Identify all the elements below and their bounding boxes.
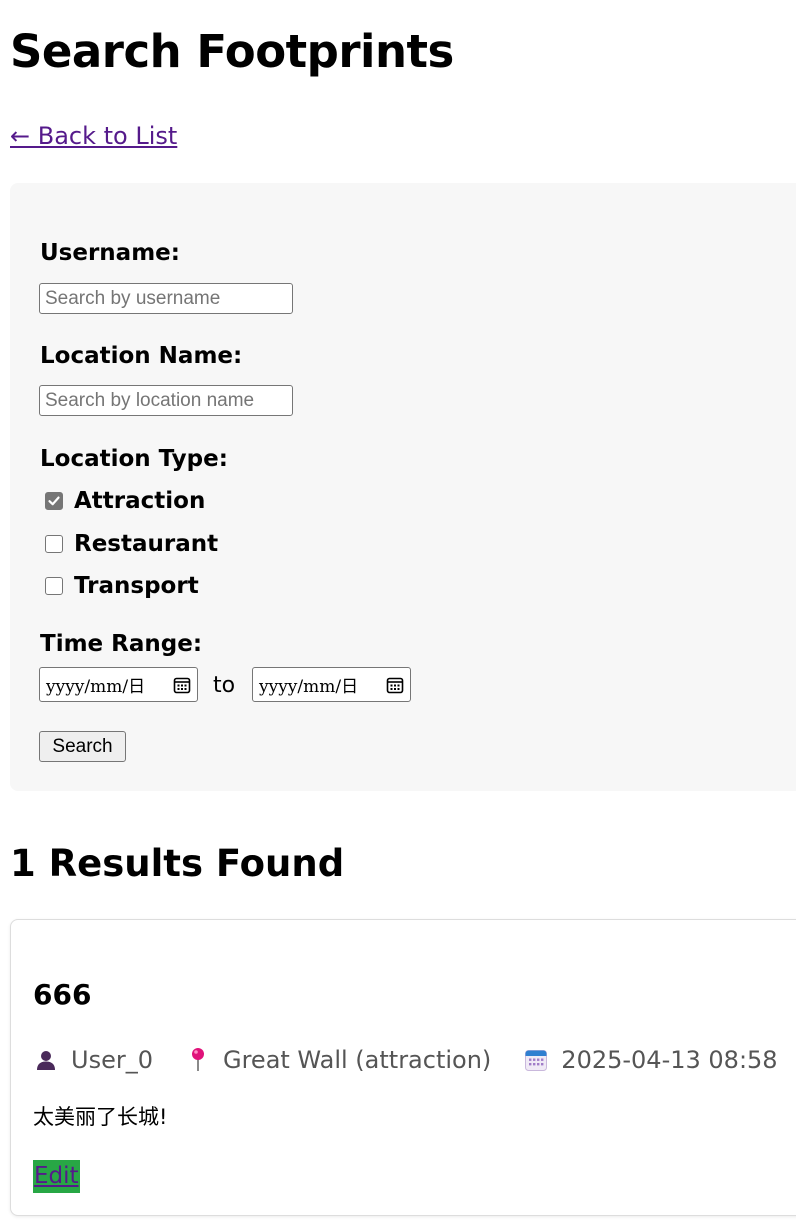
attraction-checkbox[interactable] — [45, 492, 63, 510]
calendar-icon — [523, 1047, 549, 1073]
meta-date: 2025-04-13 08:58 — [523, 1044, 778, 1076]
transport-label: Transport — [74, 573, 199, 599]
username-label: Username: — [40, 240, 180, 266]
page: Search Footprints ← Back to List Usernam… — [0, 0, 796, 1224]
calendar-picker-icon[interactable] — [172, 675, 192, 695]
attraction-label: Attraction — [74, 488, 206, 514]
username-input[interactable] — [39, 283, 293, 314]
pushpin-icon — [185, 1047, 211, 1073]
search-form: Username: Location Name: Location Type: … — [10, 183, 796, 791]
footprint-title: 666 — [33, 978, 92, 1011]
meta-location: Great Wall (attraction) — [185, 1044, 491, 1076]
location-type-restaurant[interactable]: Restaurant — [45, 529, 218, 559]
to-separator: to — [213, 673, 236, 698]
user-icon — [33, 1047, 59, 1073]
time-range-label: Time Range: — [40, 631, 203, 657]
location-name-input[interactable] — [39, 385, 293, 416]
page-title: Search Footprints — [10, 25, 454, 78]
footprint-user: User_0 — [71, 1046, 153, 1074]
date-from-input[interactable]: yyyy/mm/日 — [39, 667, 198, 702]
footprint-description: 太美丽了长城! — [33, 1105, 168, 1129]
date-to-placeholder: yyyy/mm/日 — [259, 677, 359, 697]
calendar-picker-icon[interactable] — [385, 675, 405, 695]
date-from-placeholder: yyyy/mm/日 — [46, 677, 146, 697]
results-heading: 1 Results Found — [10, 842, 345, 885]
location-type-transport[interactable]: Transport — [45, 571, 199, 601]
location-name-label: Location Name: — [40, 343, 243, 369]
location-type-label: Location Type: — [40, 446, 228, 472]
edit-button[interactable]: Edit — [33, 1160, 80, 1193]
location-type-attraction[interactable]: Attraction — [45, 486, 205, 516]
transport-checkbox[interactable] — [45, 577, 63, 595]
footprint-meta: User_0 Great Wall (attraction) 2025-04-1… — [33, 1044, 796, 1076]
check-icon — [48, 496, 60, 506]
search-button[interactable]: Search — [39, 731, 126, 762]
footprint-location: Great Wall (attraction) — [222, 1046, 492, 1074]
restaurant-label: Restaurant — [74, 531, 219, 557]
restaurant-checkbox[interactable] — [45, 535, 63, 553]
date-to-input[interactable]: yyyy/mm/日 — [252, 667, 411, 702]
back-to-list-link[interactable]: ← Back to List — [10, 120, 177, 152]
footprint-datetime: 2025-04-13 08:58 — [561, 1046, 778, 1074]
result-card: 666 User_0 Great Wall (attraction) 2025-… — [10, 919, 796, 1216]
meta-user: User_0 — [33, 1044, 153, 1076]
